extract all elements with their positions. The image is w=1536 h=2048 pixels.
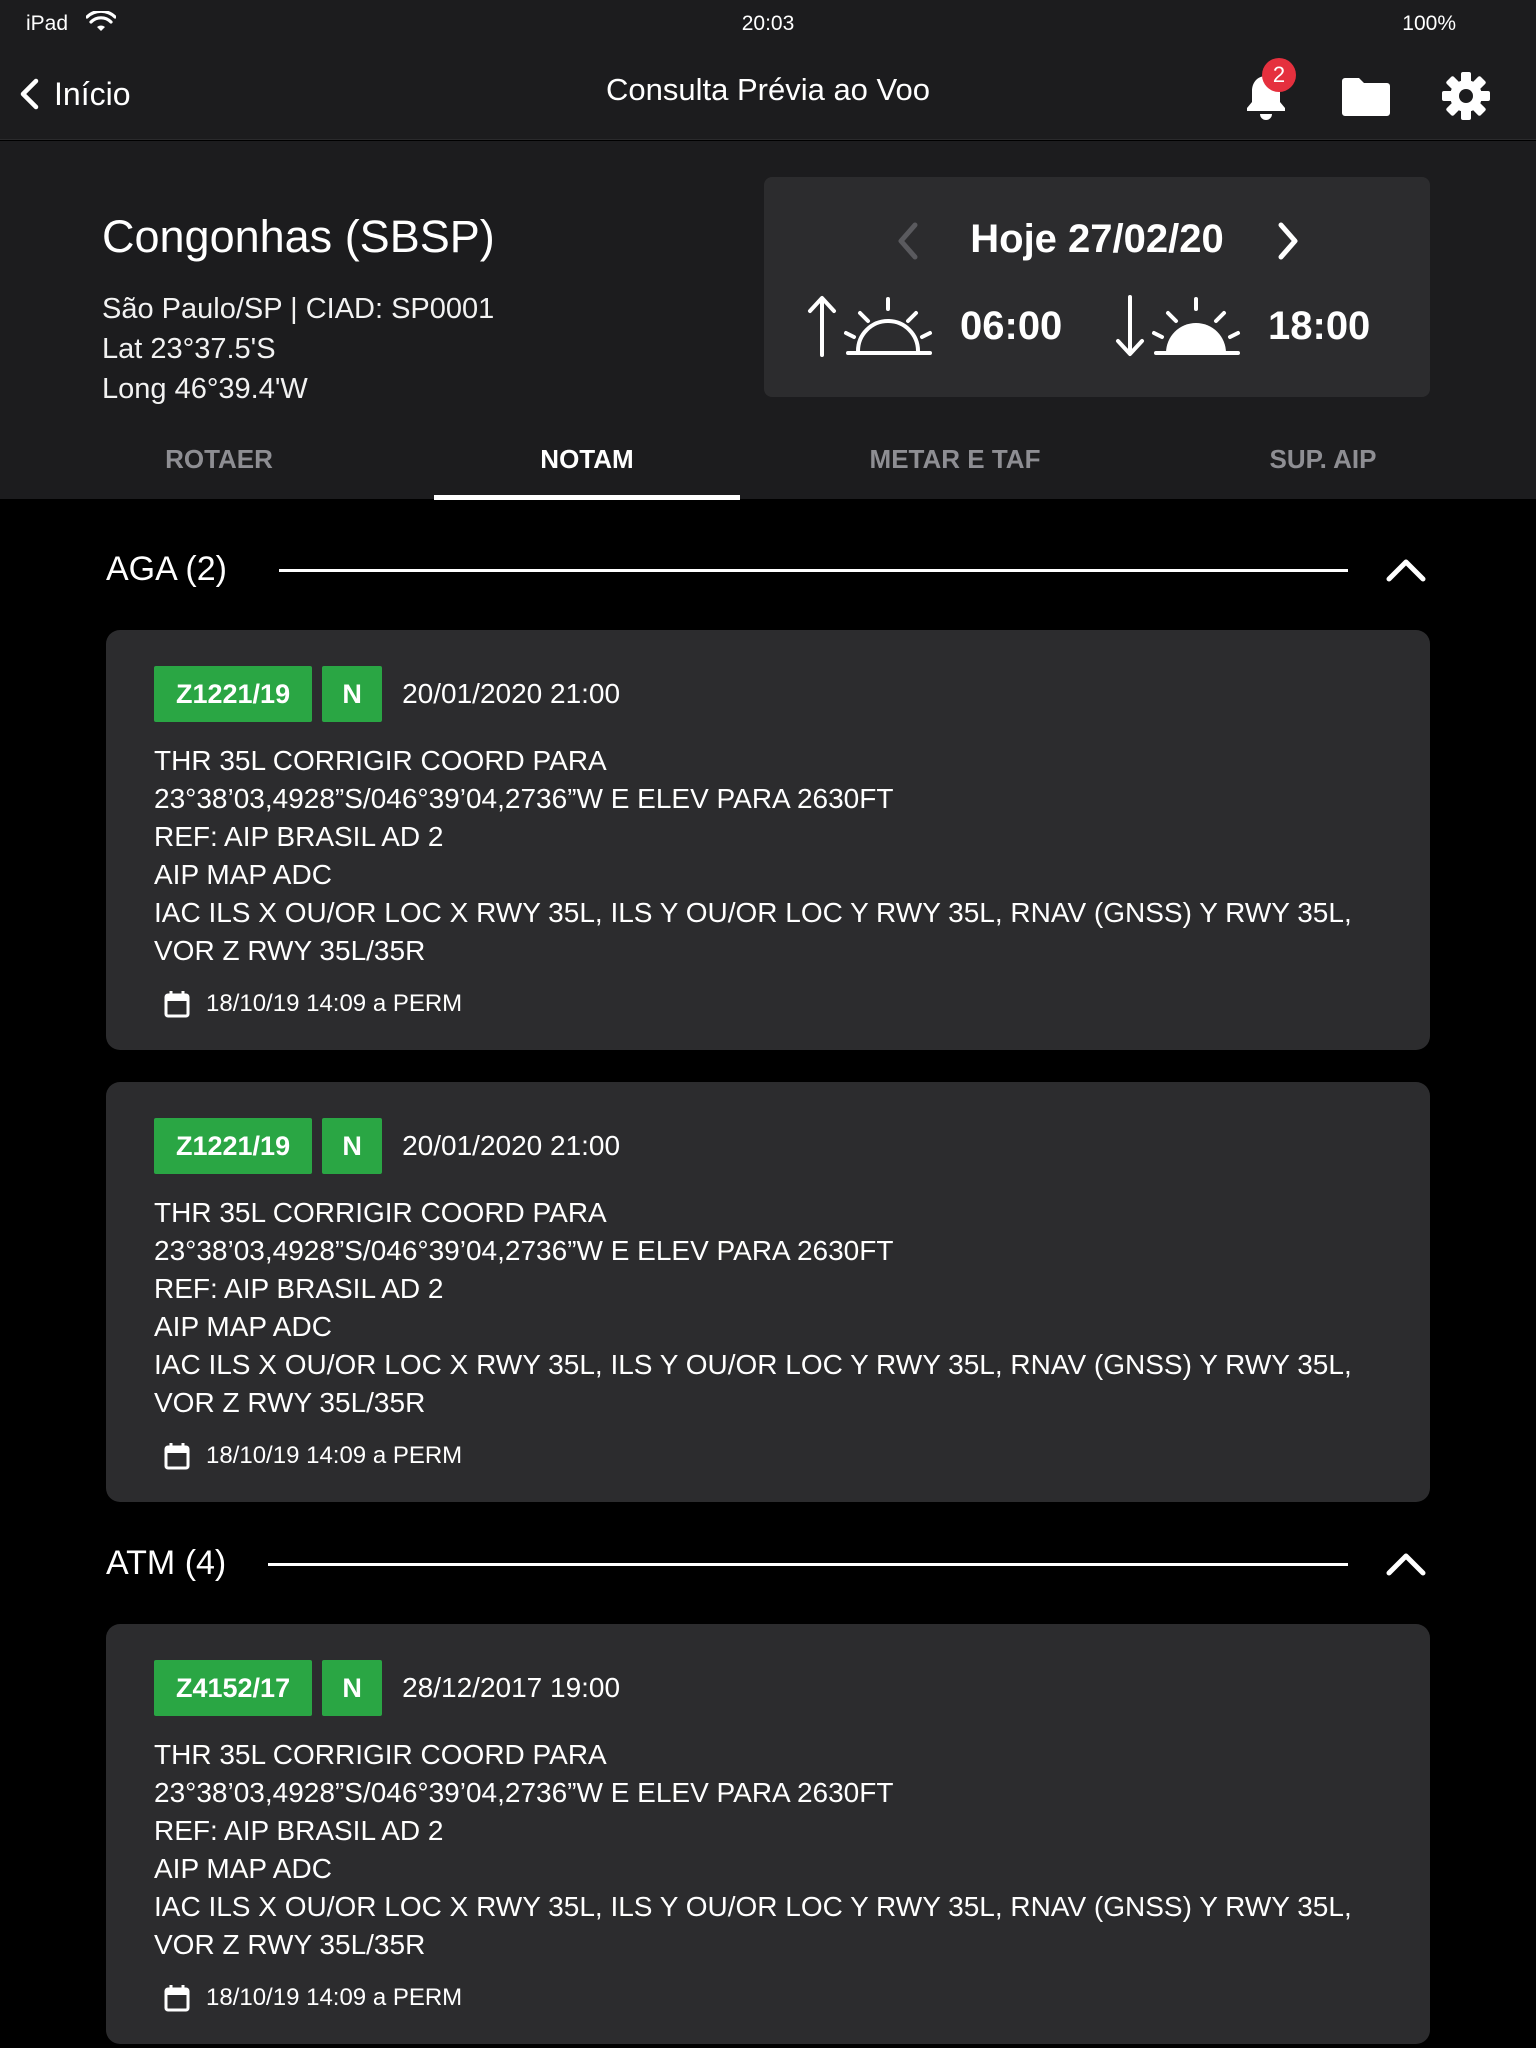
airport-longitude: Long 46°39.4'W [102,373,308,405]
chevron-left-icon [898,222,918,260]
sunset-group: 18:00 [1114,291,1370,361]
back-label: Início [54,75,131,112]
calendar-icon [164,1985,190,2012]
sunrise-time: 06:00 [960,303,1063,348]
collapse-section-button[interactable] [1376,1534,1436,1594]
section-header-aga: AGA (2) [106,540,1436,600]
page-title: Consulta Prévia ao Voo [606,72,930,107]
settings-button[interactable] [1438,70,1494,122]
notam-id-badge: Z4152/17 [154,1660,313,1716]
tab-sup-aip[interactable]: SUP. AIP [1170,430,1476,500]
nav-bar: Início Consulta Prévia ao Voo 2 [0,48,1536,140]
sunset-time: 18:00 [1268,303,1371,348]
chevron-up-icon [1386,1553,1426,1576]
chevron-right-icon [1278,222,1298,260]
status-time: 20:03 [741,12,795,35]
notam-validity-text: 18/10/19 14:09 a PERM [206,990,463,1017]
notam-type-badge: N [322,666,383,722]
notam-card-header: Z4152/17 N 28/12/2017 19:00 [154,1660,620,1716]
folder-button[interactable] [1338,70,1394,122]
notam-id-badge: Z1221/19 [154,666,313,722]
next-date-button[interactable] [1264,215,1312,267]
battery-level: 100% [1402,12,1456,35]
tab-metar-taf[interactable]: METAR E TAF [802,430,1108,500]
tab-bar: ROTAER NOTAM METAR E TAF SUP. AIP [0,430,1536,500]
notam-text: THR 35L CORRIGIR COORD PARA 23°38’03,492… [154,1739,1352,1960]
notam-validity: 18/10/19 14:09 a PERM [164,1442,462,1470]
calendar-icon [164,991,190,1018]
notam-card[interactable]: Z1221/19 N 20/01/2020 21:00 THR 35L CORR… [106,630,1430,1050]
chevron-up-icon [1386,559,1426,582]
notam-text: THR 35L CORRIGIR COORD PARA 23°38’03,492… [154,745,1352,966]
chevron-left-icon [20,78,39,110]
notification-badge: 2 [1262,58,1296,92]
collapse-section-button[interactable] [1376,540,1436,600]
section-title: ATM (4) [106,1544,227,1582]
notam-card-header: Z1221/19 N 20/01/2020 21:00 [154,666,620,722]
notam-type-badge: N [322,1660,383,1716]
section-title: AGA (2) [106,550,227,588]
notam-card[interactable]: Z4152/17 N 28/12/2017 19:00 THR 35L CORR… [106,1624,1430,2044]
notam-validity-text: 18/10/19 14:09 a PERM [206,1442,463,1469]
gear-icon [1442,72,1490,120]
section-header-atm: ATM (4) [106,1534,1436,1594]
notam-card-header: Z1221/19 N 20/01/2020 21:00 [154,1118,620,1174]
notam-id-badge: Z1221/19 [154,1118,313,1174]
notam-validity: 18/10/19 14:09 a PERM [164,1984,462,2012]
notam-type-badge: N [322,1118,383,1174]
airport-name: Congonhas (SBSP) [102,211,495,262]
back-button[interactable]: Início [18,70,130,118]
notifications-button[interactable]: 2 [1238,58,1296,122]
tab-rotaer[interactable]: ROTAER [66,430,372,500]
notam-text: THR 35L CORRIGIR COORD PARA 23°38’03,492… [154,1197,1352,1418]
sunrise-icon [808,296,932,357]
previous-date-button[interactable] [884,215,932,267]
calendar-icon [164,1443,190,1470]
notam-date: 20/01/2020 21:00 [402,678,621,709]
section-divider [279,569,1348,572]
notam-validity: 18/10/19 14:09 a PERM [164,990,462,1018]
status-bar: iPad 20:03 100% [0,0,1536,48]
section-divider [268,1563,1348,1566]
sunset-icon [1116,295,1240,356]
folder-icon [1342,78,1390,116]
tab-notam[interactable]: NOTAM [434,430,740,500]
notam-date: 20/01/2020 21:00 [402,1130,621,1161]
notam-date: 28/12/2017 19:00 [402,1672,621,1703]
airport-city-ciad: São Paulo/SP | CIAD: SP0001 [102,293,495,325]
date-label: Hoje 27/02/20 [970,217,1224,261]
sunrise-group: 06:00 [806,291,1062,361]
airport-latitude: Lat 23°37.5'S [102,333,276,365]
date-card: Hoje 27/02/20 06:00 18:00 [764,177,1430,397]
notam-validity-text: 18/10/19 14:09 a PERM [206,1984,463,2011]
notam-card[interactable]: Z1221/19 N 20/01/2020 21:00 THR 35L CORR… [106,1082,1430,1502]
